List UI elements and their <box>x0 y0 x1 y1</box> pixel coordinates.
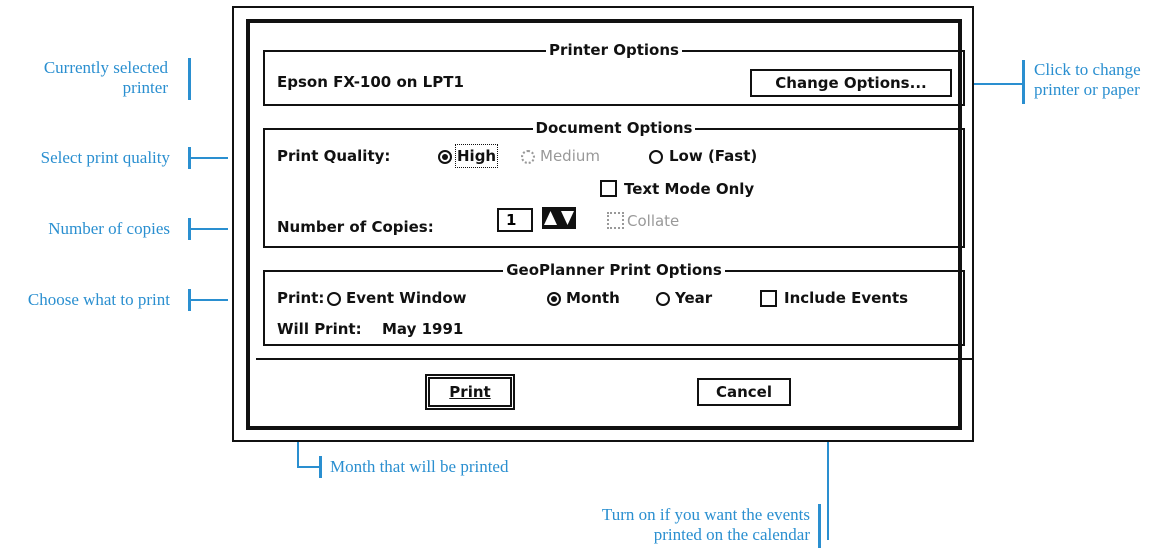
will-print-label: Will Print: <box>277 320 362 338</box>
print-year-radio[interactable] <box>656 292 670 306</box>
change-options-button[interactable]: Change Options... <box>750 69 952 97</box>
annotation-copies: Number of copies <box>48 219 170 238</box>
print-month-radio[interactable] <box>547 292 561 306</box>
include-events-checkbox[interactable] <box>760 290 777 307</box>
copies-input[interactable]: 1 <box>497 208 533 232</box>
annotation-what-to-print: Choose what to print <box>27 290 170 309</box>
copies-spinner[interactable] <box>542 207 576 229</box>
annotation-month: Month that will be printed <box>330 457 509 476</box>
quality-high-radio[interactable] <box>438 150 452 164</box>
bracket-month <box>319 456 322 478</box>
print-event-window-radio[interactable] <box>327 292 341 306</box>
print-button[interactable]: Print <box>428 377 512 407</box>
bracket-change-options <box>1022 60 1025 104</box>
leader-month-horizontal <box>297 466 321 468</box>
annotation-print-quality: Select print quality <box>40 148 170 167</box>
cancel-button[interactable]: Cancel <box>697 378 791 406</box>
annotation-current-printer: Currently selected printer <box>43 58 168 97</box>
text-mode-label[interactable]: Text Mode Only <box>624 179 754 199</box>
copies-label: Number of Copies: <box>277 218 434 236</box>
quality-medium-radio <box>521 150 535 164</box>
quality-low-radio[interactable] <box>649 150 663 164</box>
leader-copies <box>188 228 228 230</box>
geoplanner-options-group: GeoPlanner Print Options <box>263 261 965 346</box>
collate-checkbox <box>607 212 624 229</box>
will-print-value: May 1991 <box>382 320 464 338</box>
leader-print-quality <box>188 157 228 159</box>
print-quality-label: Print Quality: <box>277 147 391 165</box>
print-event-window-label[interactable]: Event Window <box>346 288 467 308</box>
annotation-include-events: Turn on if you want the events printed o… <box>601 505 810 544</box>
document-options-title: Document Options <box>532 119 696 137</box>
quality-high-label[interactable]: High <box>454 144 499 168</box>
collate-label: Collate <box>627 212 680 230</box>
print-what-label: Print: <box>277 289 325 307</box>
copies-up-arrow-icon[interactable] <box>542 207 559 229</box>
geoplanner-options-title: GeoPlanner Print Options <box>503 261 725 279</box>
print-month-label[interactable]: Month <box>566 288 620 308</box>
bracket-events <box>818 504 821 548</box>
current-printer-name: Epson FX-100 on LPT1 <box>277 73 464 91</box>
include-events-label[interactable]: Include Events <box>784 288 908 308</box>
annotation-change-options: Click to change printer or paper <box>1034 60 1141 99</box>
printer-options-title: Printer Options <box>546 41 682 59</box>
bracket-current-printer <box>188 58 191 100</box>
print-year-label[interactable]: Year <box>675 288 712 308</box>
quality-medium-label: Medium <box>540 147 600 165</box>
quality-low-label[interactable]: Low (Fast) <box>669 146 757 166</box>
leader-what-to-print <box>188 299 228 301</box>
copies-down-arrow-icon[interactable] <box>559 207 576 229</box>
print-button-label[interactable]: Print <box>449 383 490 401</box>
text-mode-checkbox[interactable] <box>600 180 617 197</box>
dialog-separator <box>256 358 972 360</box>
